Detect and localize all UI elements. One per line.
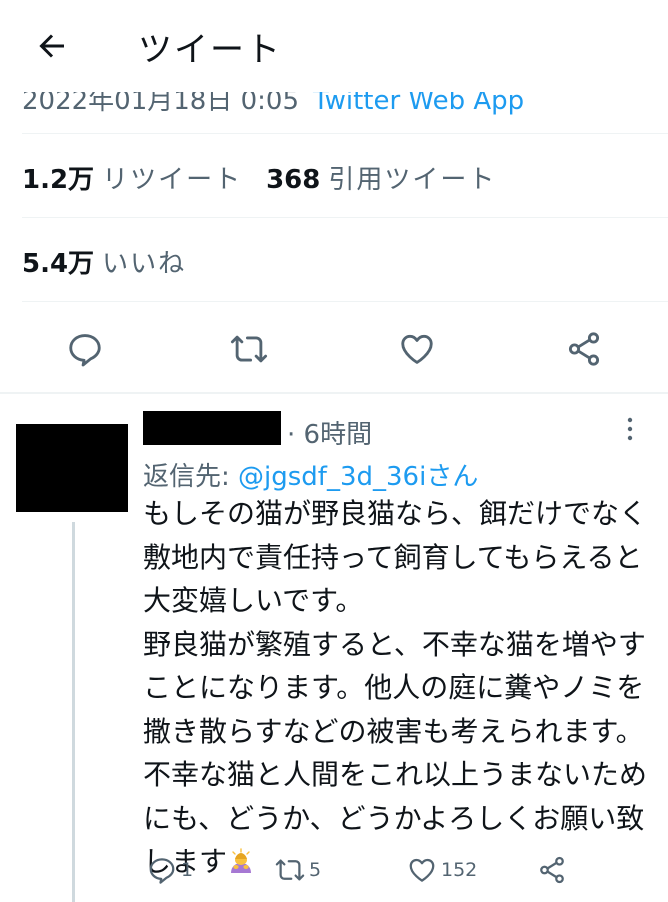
like-icon xyxy=(409,858,435,882)
more-options-icon[interactable] xyxy=(620,414,640,444)
reply-retweet-button[interactable]: 5 xyxy=(275,852,321,888)
like-icon[interactable] xyxy=(398,330,436,368)
thread-line xyxy=(72,522,75,902)
reply-icon[interactable] xyxy=(66,330,104,368)
reply-paragraph-2: 野良猫が繁殖すると、不幸な猫を増やす ことになります。他人の庭に糞やノミを 撒き… xyxy=(143,623,653,884)
reply-share-button[interactable] xyxy=(537,852,567,888)
back-arrow-icon[interactable] xyxy=(34,28,70,64)
page-title: ツイート xyxy=(138,30,282,70)
replying-to-handle[interactable]: @jgsdf_3d_36iさん xyxy=(238,462,478,492)
share-icon xyxy=(540,856,564,884)
reply-paragraph-1: もしその猫が野良猫なら、餌だけでなく 敷地内で責任持って飼育してもらえると 大変… xyxy=(143,497,648,617)
replying-to-label: 返信先: xyxy=(143,462,239,492)
divider xyxy=(22,301,668,302)
like-count: 152 xyxy=(441,859,478,881)
reply-count: 1 xyxy=(181,859,194,881)
redacted-username[interactable] xyxy=(143,411,281,445)
replying-to: 返信先: @jgsdf_3d_36iさん xyxy=(143,456,478,493)
divider xyxy=(22,217,668,218)
reply-icon xyxy=(149,858,175,884)
reply-reply-button[interactable]: 1 xyxy=(147,852,193,888)
section-divider xyxy=(0,392,668,394)
retweet-stat[interactable]: 1.2万 リツイート xyxy=(22,165,242,195)
likes-label: いいね xyxy=(102,249,187,279)
divider xyxy=(22,133,668,134)
tweet-action-bar xyxy=(0,312,668,384)
retweet-icon xyxy=(275,859,305,881)
reply-like-button[interactable]: 152 xyxy=(407,852,477,888)
top-bar: ツイート xyxy=(0,0,668,92)
share-icon[interactable] xyxy=(565,330,603,368)
reply-text: もしその猫が野良猫なら、餌だけでなく 敷地内で責任持って飼育してもらえると 大変… xyxy=(143,492,653,884)
quote-stat[interactable]: 368 引用ツイート xyxy=(266,165,496,195)
stats-row: 1.2万 リツイート 368 引用ツイート xyxy=(22,159,496,196)
reply-time: · 6時間 xyxy=(287,420,373,450)
reply-paragraph-2-text: 野良猫が繁殖すると、不幸な猫を増やす ことになります。他人の庭に糞やノミを 撒き… xyxy=(143,627,648,879)
likes-stat[interactable]: 5.4万 いいね xyxy=(22,243,186,280)
likes-count: 5.4万 xyxy=(22,249,95,279)
reply-action-bar: 1 5 152 xyxy=(143,852,663,888)
avatar[interactable] xyxy=(16,424,128,512)
retweet-count: 5 xyxy=(309,859,322,881)
retweet-icon[interactable] xyxy=(230,330,268,368)
